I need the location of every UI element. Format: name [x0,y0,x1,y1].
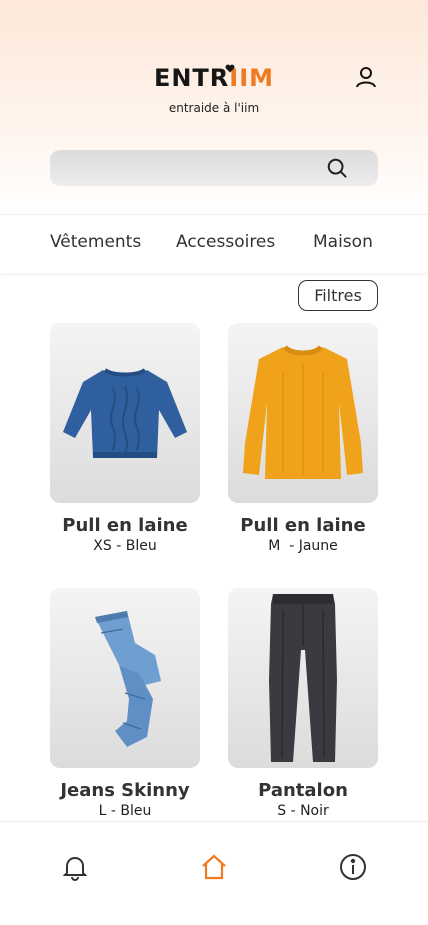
info-icon[interactable] [339,853,367,881]
tab-maison[interactable]: Maison [313,232,373,252]
filters-button[interactable]: Filtres [298,280,378,311]
product-subtitle: L - Bleu [98,803,152,819]
product-subtitle: S - Noir [277,803,329,819]
product-card[interactable]: Pull en laine XS - Bleu [50,323,200,554]
blue-sweater-image [63,368,187,458]
logo-main: ENTR [153,64,230,92]
home-icon[interactable] [200,853,228,881]
user-icon[interactable] [354,65,378,89]
bell-icon[interactable] [61,853,89,881]
search-bar[interactable] [50,150,378,188]
bottom-nav [0,821,428,925]
product-card[interactable]: Pantalon S - Noir [228,588,378,819]
product-title: Jeans Skinny [60,780,190,801]
tab-accessoires[interactable]: Accessoires [176,232,275,252]
product-subtitle: XS - Bleu [93,538,157,554]
product-title: Pull en laine [62,515,188,536]
tab-vetements[interactable]: Vêtements [50,232,141,252]
tagline: entraide à l'iim [168,101,260,115]
product-image-blue-sweater [50,323,200,503]
product-card[interactable]: Pull en laine M - Jaune [228,323,378,554]
product-image-yellow-sweater [228,323,378,503]
heart-icon [225,64,235,73]
product-title: Pull en laine [240,515,366,536]
product-title: Pantalon [258,780,348,801]
search-icon[interactable] [326,157,348,179]
product-image-trousers [228,588,378,768]
yellow-sweater-image [243,345,363,479]
jeans-image [95,611,161,747]
product-image-jeans [50,588,200,768]
product-subtitle: M - Jaune [268,538,338,554]
trousers-image [269,594,337,762]
search-input[interactable] [64,150,318,188]
category-tabs: Vêtements Accessoires Maison [0,214,428,273]
logo-accent: IIM [229,64,275,92]
product-card[interactable]: Jeans Skinny L - Bleu [50,588,200,819]
